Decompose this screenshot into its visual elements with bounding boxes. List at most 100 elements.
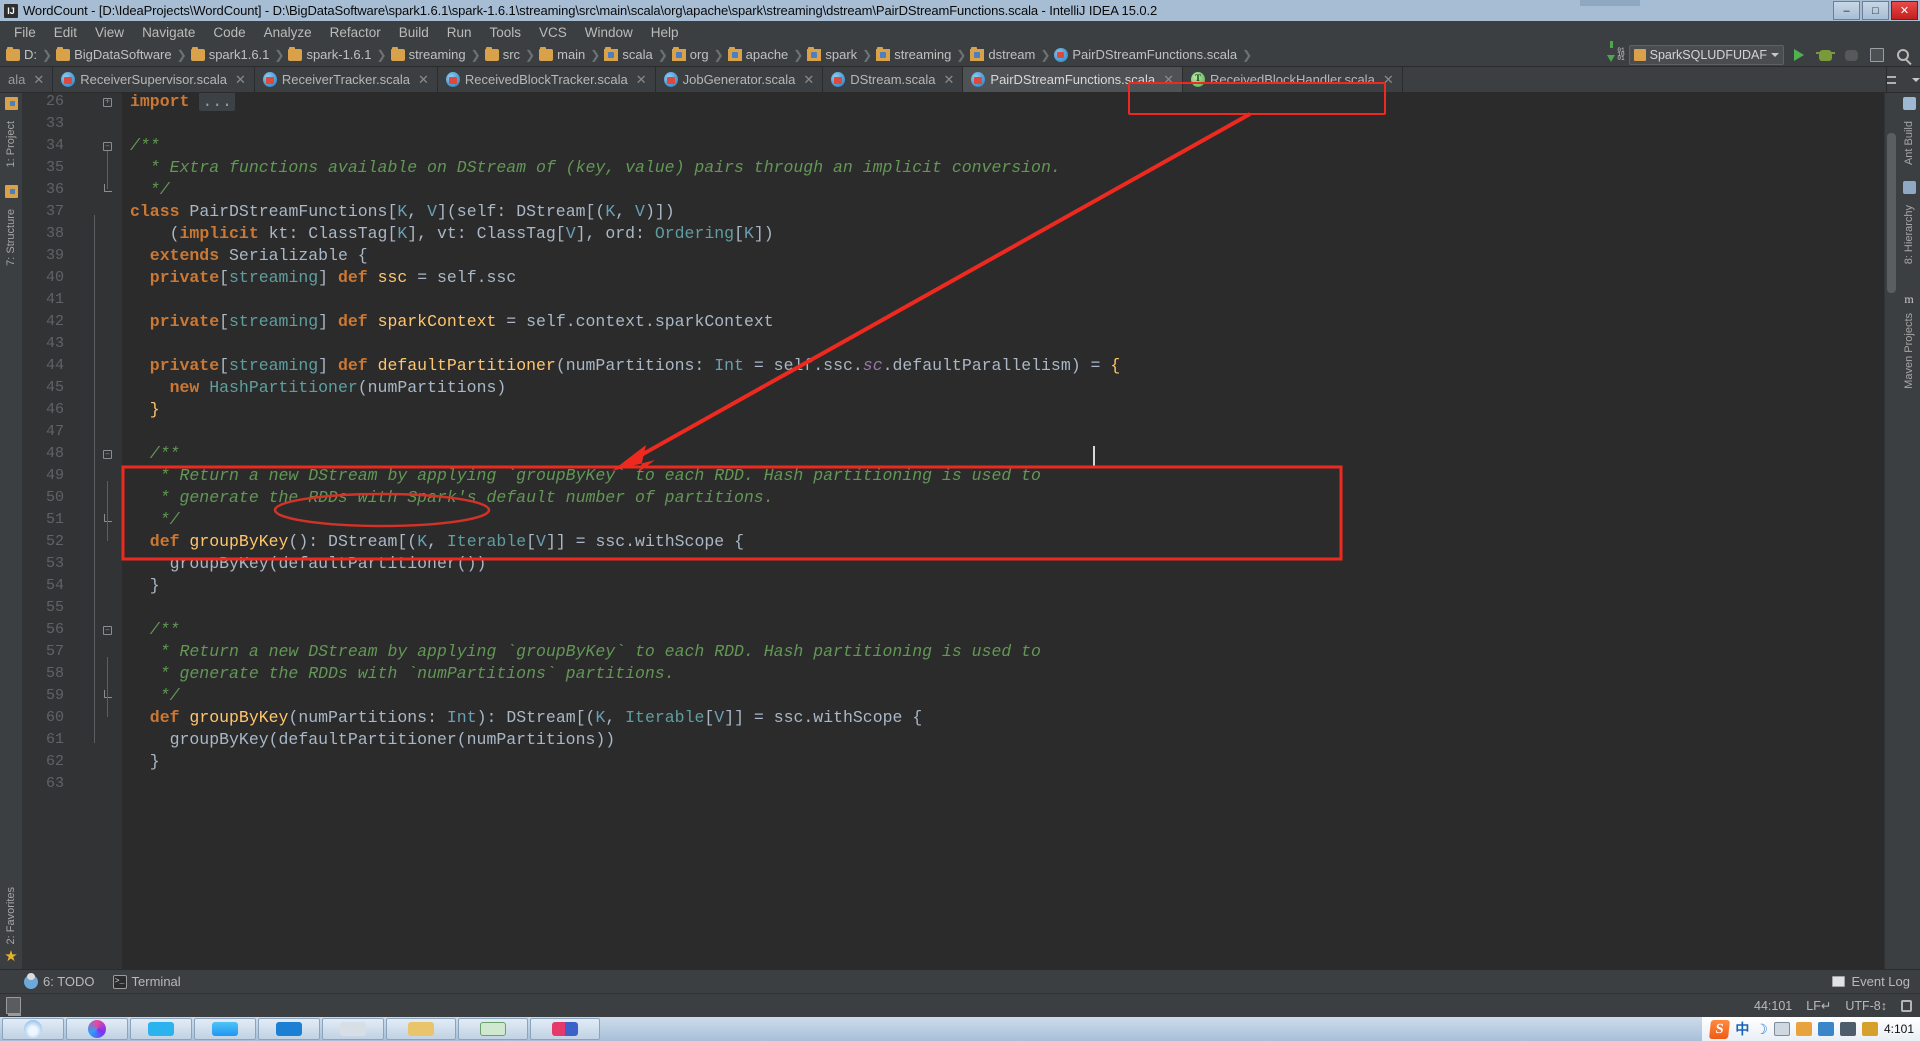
editor-gutter[interactable]: 26 +33 34 – 35 36 37 38 39 40 41 42 43 44 45 46 47 48 – 49 5… xyxy=(22,93,122,969)
tab-receivertracker[interactable]: ReceiverTracker.scala ✕ xyxy=(254,67,438,92)
ime-mode-indicator[interactable]: 中 xyxy=(1735,1019,1749,1039)
menu-file[interactable]: File xyxy=(5,23,45,42)
code-line[interactable]: */ xyxy=(130,509,180,531)
tab-pairdstreamfunctions[interactable]: PairDStreamFunctions.scala ✕ xyxy=(963,67,1184,92)
show-tool-windows-icon[interactable] xyxy=(6,997,21,1016)
fold-collapse-icon[interactable]: – xyxy=(102,443,113,465)
sidebar-item-ant-build[interactable]: Ant Build xyxy=(1903,115,1915,171)
taskbar-app-office[interactable] xyxy=(530,1018,600,1040)
code-line[interactable]: extends Serializable { xyxy=(130,245,368,267)
menu-refactor[interactable]: Refactor xyxy=(321,23,390,42)
close-icon[interactable]: ✕ xyxy=(636,72,647,88)
menu-view[interactable]: View xyxy=(86,23,133,42)
code-line[interactable]: groupByKey(defaultPartitioner(numPartiti… xyxy=(130,729,616,751)
trash-icon[interactable] xyxy=(1839,1022,1856,1036)
folded-region[interactable]: ... xyxy=(199,93,236,111)
menu-vcs[interactable]: VCS xyxy=(530,23,576,42)
code-line[interactable]: } xyxy=(130,399,160,421)
breadcrumb-file[interactable]: PairDStreamFunctions.scala xyxy=(1052,47,1240,62)
menu-help[interactable]: Help xyxy=(642,23,688,42)
hierarchy-icon[interactable] xyxy=(1902,181,1916,195)
taskbar-app-folder[interactable] xyxy=(386,1018,456,1040)
tab-jobgenerator[interactable]: JobGenerator.scala ✕ xyxy=(655,67,824,92)
close-icon[interactable]: ✕ xyxy=(418,72,429,88)
close-icon[interactable]: ✕ xyxy=(33,72,44,88)
code-line[interactable]: */ xyxy=(130,179,170,201)
breadcrumb-scala[interactable]: scala xyxy=(602,46,655,62)
code-line[interactable]: class PairDStreamFunctions[K, V](self: D… xyxy=(130,201,675,223)
code-line[interactable]: groupByKey(defaultPartitioner()) xyxy=(130,553,487,575)
breadcrumb-spark-161[interactable]: spark-1.6.1 xyxy=(286,46,374,62)
code-line[interactable]: /** xyxy=(130,619,180,641)
tab-dstream[interactable]: DStream.scala ✕ xyxy=(823,67,964,92)
code-line[interactable]: (implicit kt: ClassTag[K], vt: ClassTag[… xyxy=(130,223,774,245)
run-button[interactable] xyxy=(1788,45,1810,65)
taskbar-app-skype[interactable] xyxy=(130,1018,192,1040)
update-project-icon[interactable]: 01 10 01 xyxy=(1607,41,1625,62)
code-line[interactable]: private[streaming] def ssc = self.ssc xyxy=(130,267,516,289)
code-line[interactable]: } xyxy=(130,575,160,597)
run-configuration-selector[interactable]: SparkSQLUDFUDAF xyxy=(1628,45,1784,65)
code-area[interactable]: import ... /** * Extra functions availabl… xyxy=(122,93,1884,969)
code-line[interactable]: * generate the RDDs with `numPartitions`… xyxy=(130,663,675,685)
taskbar-app-notepad[interactable] xyxy=(458,1018,528,1040)
maximize-button[interactable]: □ xyxy=(1862,1,1889,20)
close-icon[interactable]: ✕ xyxy=(1163,72,1174,88)
debug-button[interactable] xyxy=(1814,45,1836,65)
breadcrumb-bigdatasoftware[interactable]: BigDataSoftware xyxy=(54,46,175,62)
taskbar-app-explorer[interactable] xyxy=(258,1018,320,1040)
menu-tools[interactable]: Tools xyxy=(481,23,531,42)
keyboard-icon[interactable] xyxy=(1773,1022,1790,1036)
scrollbar-thumb[interactable] xyxy=(1887,133,1896,293)
favorites-star-icon[interactable]: ★ xyxy=(4,949,17,964)
code-line[interactable]: def groupByKey(): DStream[(K, Iterable[V… xyxy=(130,531,744,553)
close-button[interactable]: ✕ xyxy=(1891,1,1918,20)
coverage-button[interactable] xyxy=(1866,45,1888,65)
tab-receivedblockhandler[interactable]: ReceivedBlockHandler.scala ✕ xyxy=(1183,67,1403,92)
sogou-ime-icon[interactable]: S xyxy=(1709,1019,1731,1039)
breadcrumb-streaming[interactable]: streaming xyxy=(389,46,469,62)
lock-icon[interactable] xyxy=(1901,999,1912,1012)
taskbar-app-browser[interactable] xyxy=(2,1018,64,1040)
file-encoding[interactable]: UTF-8↕ xyxy=(1845,999,1887,1013)
breadcrumb-src[interactable]: src xyxy=(483,46,523,62)
code-line[interactable]: } xyxy=(130,751,160,773)
caret-position[interactable]: 44:101 xyxy=(1754,999,1792,1013)
clock[interactable]: 4:101 xyxy=(1884,1022,1914,1036)
breadcrumb-spark[interactable]: spark xyxy=(805,46,860,62)
fold-collapse-icon[interactable]: – xyxy=(102,619,113,641)
close-icon[interactable]: ✕ xyxy=(1383,72,1394,88)
ime-moon-icon[interactable]: ☽ xyxy=(1755,1021,1768,1038)
breadcrumb-dstream[interactable]: dstream xyxy=(968,46,1038,62)
tab-receivedblocktracker[interactable]: ReceivedBlockTracker.scala ✕ xyxy=(437,67,656,92)
code-line[interactable]: /** xyxy=(130,443,180,465)
project-icon[interactable] xyxy=(4,97,18,110)
menu-navigate[interactable]: Navigate xyxy=(133,23,204,42)
breadcrumb-d[interactable]: D: xyxy=(4,46,40,62)
tab-list-button[interactable] xyxy=(1886,67,1920,92)
close-icon[interactable]: ✕ xyxy=(803,72,814,88)
code-line[interactable]: * Return a new DStream by applying `grou… xyxy=(130,641,1041,663)
tab-overflow-left[interactable]: ala ✕ xyxy=(0,67,54,92)
menu-analyze[interactable]: Analyze xyxy=(255,23,321,42)
taskbar-app-edge[interactable] xyxy=(194,1018,256,1040)
fold-expand-icon[interactable]: + xyxy=(102,91,113,113)
ant-icon[interactable] xyxy=(1902,97,1916,110)
breadcrumb-org[interactable]: org xyxy=(670,46,712,62)
sidebar-item-structure[interactable]: 7: Structure xyxy=(5,203,17,272)
menu-code[interactable]: Code xyxy=(204,23,254,42)
tool-window-todo[interactable]: 6: TODO xyxy=(24,972,95,989)
backpack-icon[interactable] xyxy=(1817,1022,1834,1036)
event-log-button[interactable]: Event Log xyxy=(1832,974,1910,989)
breadcrumb-main[interactable]: main xyxy=(537,46,588,62)
menu-run[interactable]: Run xyxy=(438,23,481,42)
mail-icon[interactable] xyxy=(1795,1022,1812,1036)
line-separator[interactable]: LF↵ xyxy=(1806,998,1831,1013)
sidebar-item-favorites[interactable]: 2: Favorites xyxy=(5,881,17,950)
breadcrumb-apache[interactable]: apache xyxy=(726,46,792,62)
code-line[interactable]: */ xyxy=(130,685,180,707)
code-line[interactable]: new HashPartitioner(numPartitions) xyxy=(130,377,507,399)
close-icon[interactable]: ✕ xyxy=(944,72,955,88)
debug-disabled-button[interactable] xyxy=(1840,45,1862,65)
code-line[interactable]: private[streaming] def defaultPartitione… xyxy=(130,355,1120,377)
